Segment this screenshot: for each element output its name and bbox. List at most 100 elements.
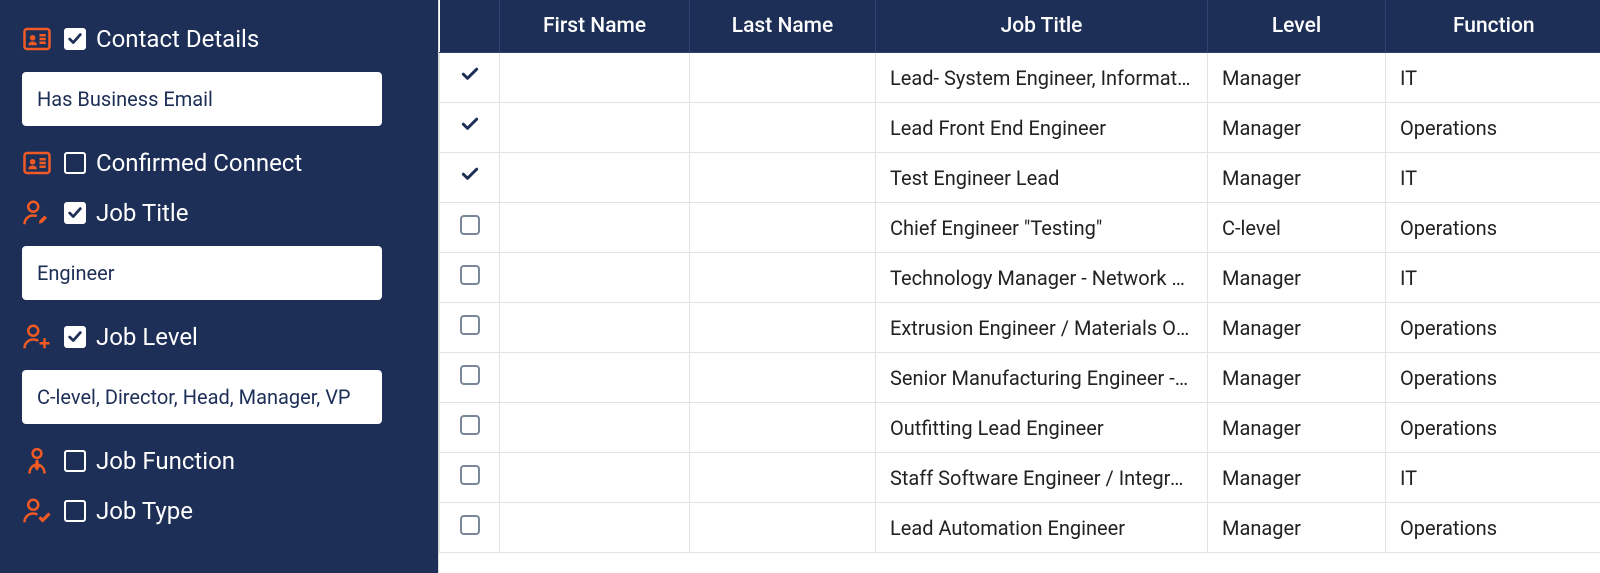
row-checkbox[interactable] (460, 115, 480, 135)
table-row[interactable]: Lead Front End EngineerManagerOperations (440, 103, 1600, 153)
cell-first-name (500, 103, 690, 153)
cell-job-title: Lead- System Engineer, Informati... (876, 53, 1208, 103)
contact-card-icon (22, 24, 54, 54)
cell-function: Operations (1386, 403, 1600, 453)
filter-input-contact-details[interactable]: Has Business Email (22, 72, 382, 126)
filter-label: Job Function (96, 447, 235, 476)
person-check-icon (22, 496, 54, 526)
column-header[interactable]: Job Title (876, 0, 1208, 53)
column-header[interactable]: First Name (500, 0, 690, 53)
row-checkbox[interactable] (460, 65, 480, 85)
filter-job-type[interactable]: Job Type (22, 490, 416, 532)
cell-job-title: Lead Automation Engineer (876, 503, 1208, 553)
filter-job-level[interactable]: Job Level (22, 316, 416, 358)
cell-level: Manager (1208, 353, 1386, 403)
cell-last-name (690, 303, 876, 353)
row-select-cell[interactable] (440, 403, 500, 453)
cell-last-name (690, 453, 876, 503)
column-header[interactable]: Function (1386, 0, 1600, 53)
row-checkbox[interactable] (460, 165, 480, 185)
cell-last-name (690, 103, 876, 153)
cell-level: Manager (1208, 153, 1386, 203)
row-select-cell[interactable] (440, 253, 500, 303)
row-checkbox[interactable] (460, 465, 480, 485)
cell-last-name (690, 353, 876, 403)
row-checkbox[interactable] (460, 365, 480, 385)
column-header[interactable]: Level (1208, 0, 1386, 53)
cell-first-name (500, 453, 690, 503)
filter-input-job-level[interactable]: C-level, Director, Head, Manager, VP (22, 370, 382, 424)
cell-level: Manager (1208, 103, 1386, 153)
row-select-cell[interactable] (440, 303, 500, 353)
filter-label: Job Title (96, 199, 188, 228)
cell-level: Manager (1208, 53, 1386, 103)
cell-function: IT (1386, 53, 1600, 103)
cell-function: Operations (1386, 303, 1600, 353)
cell-level: Manager (1208, 253, 1386, 303)
cell-level: C-level (1208, 203, 1386, 253)
cell-level: Manager (1208, 303, 1386, 353)
table-row[interactable]: Senior Manufacturing Engineer - I...Mana… (440, 353, 1600, 403)
cell-job-title: Chief Engineer "Testing" (876, 203, 1208, 253)
row-checkbox[interactable] (460, 515, 480, 535)
filter-job-title[interactable]: Job Title (22, 192, 416, 234)
row-select-cell[interactable] (440, 453, 500, 503)
filter-sidebar: Contact Details Has Business Email Confirm… (0, 0, 438, 573)
filter-checkbox[interactable] (64, 500, 86, 522)
table-row[interactable]: Lead Automation EngineerManagerOperation… (440, 503, 1600, 553)
cell-first-name (500, 253, 690, 303)
filter-label: Job Type (96, 497, 193, 526)
cell-first-name (500, 503, 690, 553)
contact-card-icon (22, 148, 54, 178)
row-select-cell[interactable] (440, 503, 500, 553)
filter-checkbox[interactable] (64, 152, 86, 174)
row-checkbox[interactable] (460, 315, 480, 335)
cell-first-name (500, 403, 690, 453)
cell-last-name (690, 403, 876, 453)
row-checkbox[interactable] (460, 415, 480, 435)
cell-first-name (500, 153, 690, 203)
filter-contact-details[interactable]: Contact Details (22, 18, 416, 60)
filter-confirmed-connect[interactable]: Confirmed Connect (22, 142, 416, 184)
cell-last-name (690, 53, 876, 103)
row-select-cell[interactable] (440, 103, 500, 153)
table-row[interactable]: Chief Engineer "Testing"C-levelOperation… (440, 203, 1600, 253)
filter-input-job-title[interactable]: Engineer (22, 246, 382, 300)
cell-function: Operations (1386, 503, 1600, 553)
cell-function: IT (1386, 453, 1600, 503)
row-checkbox[interactable] (460, 265, 480, 285)
filter-checkbox[interactable] (64, 28, 86, 50)
row-select-cell[interactable] (440, 203, 500, 253)
row-checkbox[interactable] (460, 215, 480, 235)
results-table-container: First NameLast NameJob TitleLevelFunctio… (438, 0, 1600, 573)
column-select[interactable] (440, 0, 500, 53)
table-row[interactable]: Staff Software Engineer / Integrat...Man… (440, 453, 1600, 503)
table-row[interactable]: Extrusion Engineer / Materials Off...Man… (440, 303, 1600, 353)
results-table: First NameLast NameJob TitleLevelFunctio… (439, 0, 1600, 553)
cell-function: Operations (1386, 203, 1600, 253)
column-header[interactable]: Last Name (690, 0, 876, 53)
filter-checkbox[interactable] (64, 202, 86, 224)
row-select-cell[interactable] (440, 153, 500, 203)
cell-last-name (690, 153, 876, 203)
person-edit-icon (22, 198, 54, 228)
table-row[interactable]: Test Engineer LeadManagerIT (440, 153, 1600, 203)
row-select-cell[interactable] (440, 53, 500, 103)
cell-first-name (500, 203, 690, 253)
person-plus-icon (22, 322, 54, 352)
table-row[interactable]: Outfitting Lead EngineerManagerOperation… (440, 403, 1600, 453)
filter-checkbox[interactable] (64, 450, 86, 472)
table-row[interactable]: Technology Manager - Network &...Manager… (440, 253, 1600, 303)
filter-checkbox[interactable] (64, 326, 86, 348)
cell-job-title: Outfitting Lead Engineer (876, 403, 1208, 453)
table-row[interactable]: Lead- System Engineer, Informati...Manag… (440, 53, 1600, 103)
filter-job-function[interactable]: Job Function (22, 440, 416, 482)
cell-function: IT (1386, 253, 1600, 303)
filter-label: Contact Details (96, 25, 259, 54)
row-select-cell[interactable] (440, 353, 500, 403)
cell-function: IT (1386, 153, 1600, 203)
cell-function: Operations (1386, 103, 1600, 153)
cell-job-title: Technology Manager - Network &... (876, 253, 1208, 303)
cell-level: Manager (1208, 503, 1386, 553)
cell-first-name (500, 353, 690, 403)
